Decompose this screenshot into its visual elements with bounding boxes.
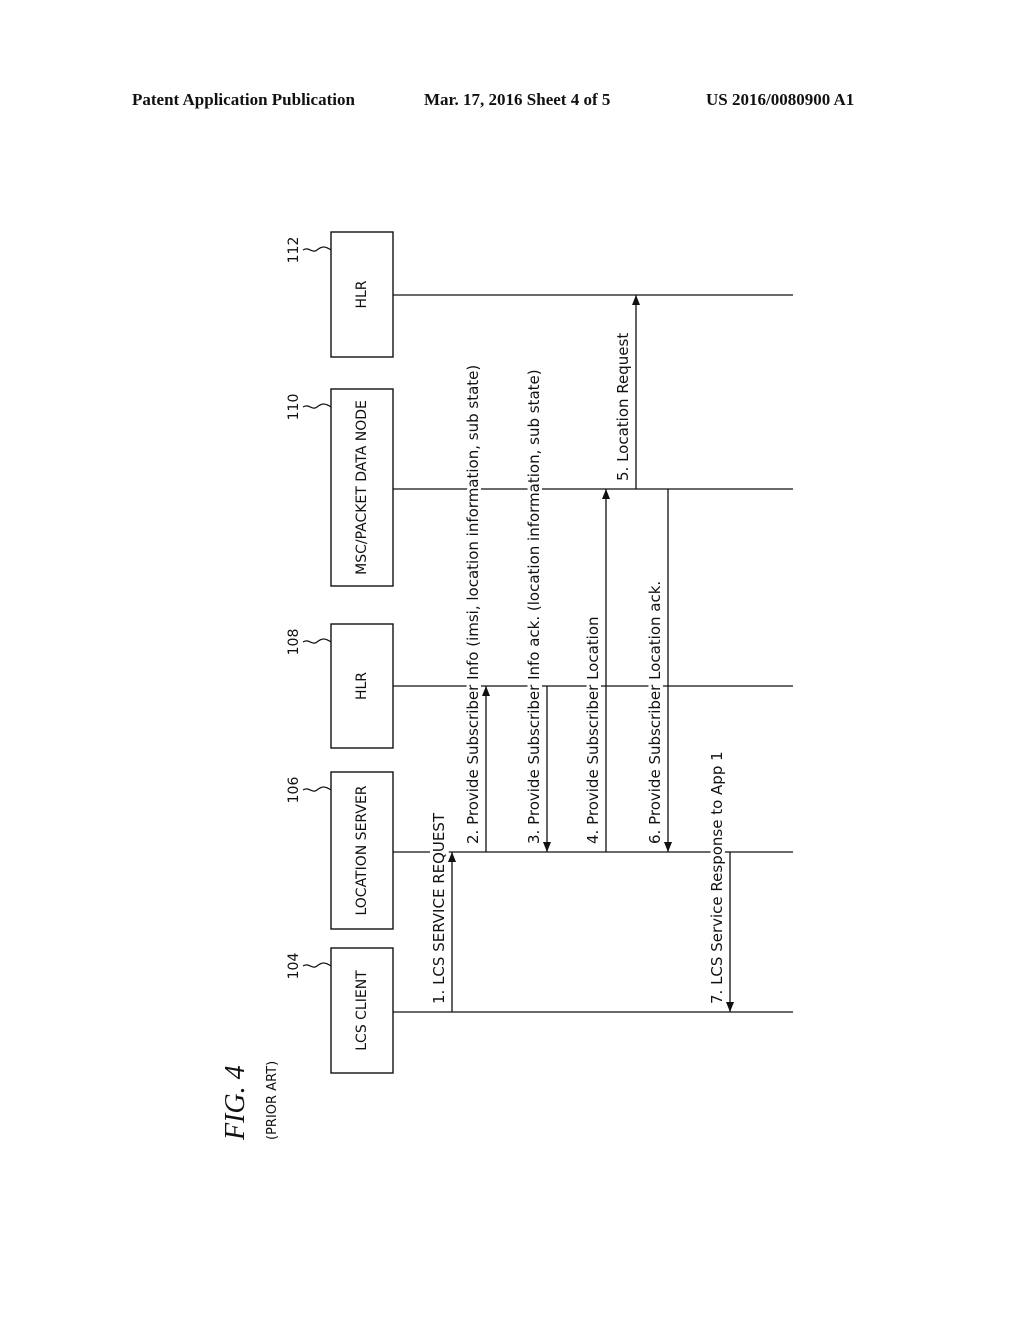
reference-numeral: 104 <box>286 953 302 980</box>
message-2: 2. Provide Subscriber Info (imsi, locati… <box>461 362 490 852</box>
entity-108: HLR 108 <box>286 623 394 749</box>
entity-label: HLR <box>354 672 370 700</box>
reference-numeral: 110 <box>286 394 302 421</box>
reference-numeral: 106 <box>286 777 302 804</box>
message-7: 7. LCS Service Response to App 1 <box>705 748 734 1012</box>
message-label: 2. Provide Subscriber Info (imsi, locati… <box>464 365 482 844</box>
message-5: 5. Location Request <box>611 295 640 489</box>
figure-subtitle: (PRIOR ART) <box>265 1061 280 1140</box>
entity-label: LCS CLIENT <box>354 970 370 1051</box>
entity-label: HLR <box>354 280 370 308</box>
entity-104: LCS CLIENT 104 <box>286 947 394 1074</box>
message-label: 3. Provide Subscriber Info ack. (locatio… <box>525 369 543 844</box>
message-3: 3. Provide Subscriber Info ack. (locatio… <box>522 366 551 852</box>
entity-106: LOCATION SERVER 106 <box>286 771 394 930</box>
entities-group: LCS CLIENT 104 LOCATION SERVER 106 HLR 108 MSC… <box>286 231 394 1074</box>
figure-title: FIG. 4 <box>220 1065 251 1141</box>
message-label: 1. LCS SERVICE REQUEST <box>430 812 448 1004</box>
sequence-diagram: FIG. 4 (PRIOR ART) LCS CLIENT 104 LOCATION… <box>220 231 793 1141</box>
message-label: 5. Location Request <box>614 333 632 481</box>
entity-112: HLR 112 <box>286 231 394 358</box>
reference-numeral: 108 <box>286 629 302 656</box>
message-label: 4. Provide Subscriber Location <box>584 616 602 844</box>
entity-label: MSC/PACKET DATA NODE <box>354 400 370 575</box>
message-label: 7. LCS Service Response to App 1 <box>708 751 726 1004</box>
leader-line <box>302 246 332 252</box>
leader-line <box>302 403 332 409</box>
entity-110: MSC/PACKET DATA NODE 110 <box>286 388 394 587</box>
message-1: 1. LCS SERVICE REQUEST <box>427 809 456 1012</box>
leader-line <box>302 638 332 644</box>
message-6: 6. Provide Subscriber Location ack. <box>643 489 672 852</box>
entity-label: LOCATION SERVER <box>354 785 370 915</box>
leader-line <box>302 786 332 792</box>
message-label: 6. Provide Subscriber Location ack. <box>646 581 664 844</box>
message-4: 4. Provide Subscriber Location <box>581 489 610 852</box>
leader-line <box>302 962 332 968</box>
messages-group: 1. LCS SERVICE REQUEST 2. Provide Subscri… <box>427 295 734 1012</box>
reference-numeral: 112 <box>286 237 302 264</box>
